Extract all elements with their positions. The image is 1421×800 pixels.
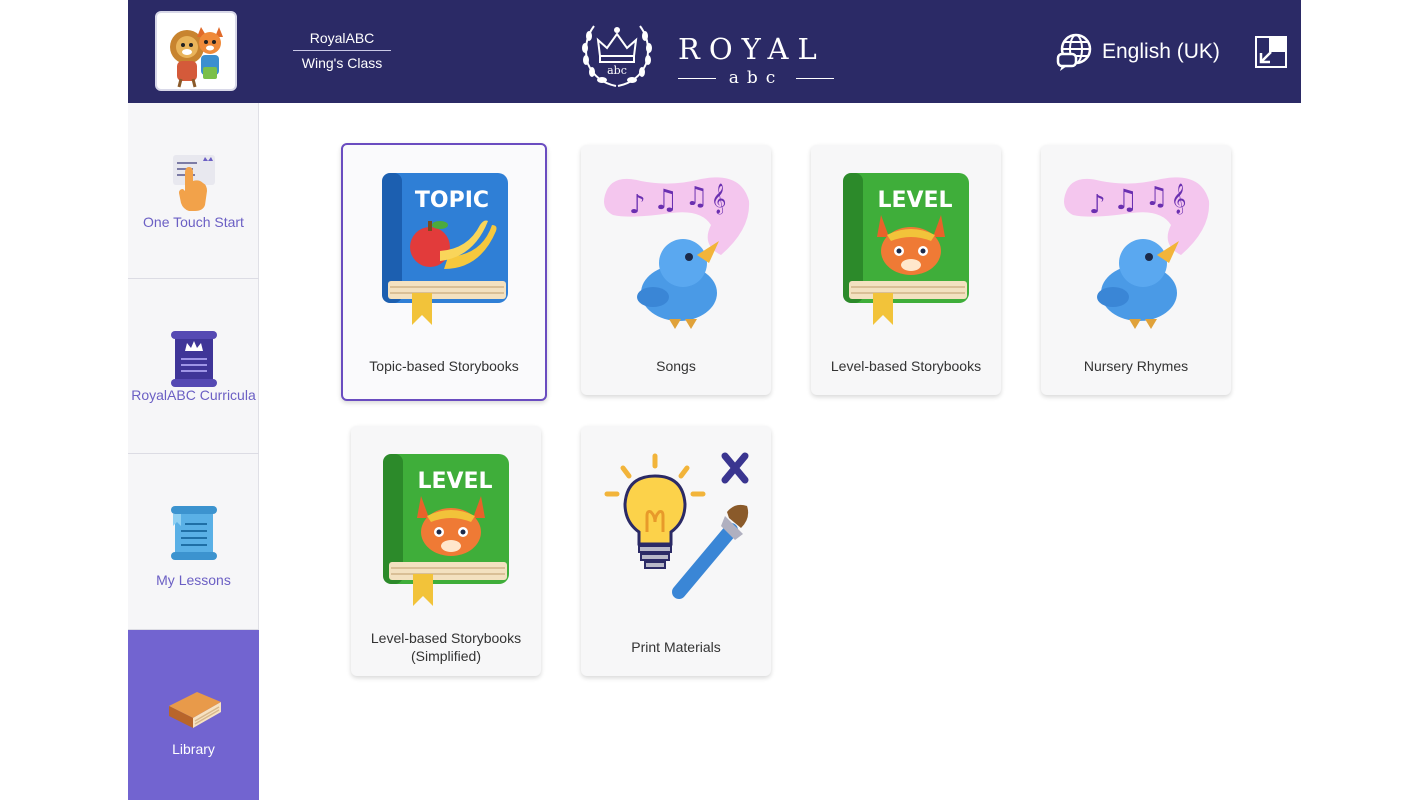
sidebar-item-one-touch-start[interactable]: One Touch Start [128, 103, 259, 279]
svg-text:𝄞: 𝄞 [711, 183, 726, 215]
svg-text:abc: abc [607, 64, 627, 77]
singing-bird-icon: ♪ ♫ ♫ 𝄞 [604, 177, 750, 329]
exit-fullscreen-button[interactable] [1255, 36, 1287, 68]
svg-text:♫: ♫ [685, 182, 708, 212]
avatar[interactable] [155, 11, 237, 91]
svg-text:♪: ♪ [1089, 190, 1106, 220]
svg-text:♫: ♫ [1145, 182, 1168, 212]
org-name: RoyalABC [293, 30, 391, 51]
card-title: Nursery Rhymes [1083, 358, 1189, 374]
card-title: Print Materials [631, 639, 721, 655]
language-label: English (UK) [1102, 40, 1220, 63]
sidebar-item-my-lessons[interactable]: My Lessons [128, 454, 259, 630]
app-window: RoyalABC Wing's Class abc ROYAL abc Engl… [128, 0, 1301, 800]
class-info: RoyalABC Wing's Class [293, 30, 391, 71]
library-card-print-materials[interactable]: Print Materials [581, 426, 771, 676]
sidebar-item-label: RoyalABC Curricula [131, 387, 256, 403]
sidebar-item-label: Library [172, 741, 215, 757]
library-card-songs[interactable]: ♪ ♫ ♫ 𝄞 Songs [581, 145, 771, 395]
sidebar: One Touch Start RoyalABC Curricula My Le… [128, 103, 259, 800]
scroll-crown-icon [171, 331, 217, 387]
logo-brand: ROYAL [678, 32, 826, 66]
crest-text: abc [607, 64, 627, 77]
library-card-nursery-rhymes[interactable]: ♪ ♫ ♫ 𝄞 Nursery Rhymes [1041, 145, 1231, 395]
library-grid: TOPIC Topic-based Storybooks ♪ ♫ ♫ 𝄞 Son… [259, 103, 1301, 800]
card-title: Level-based Storybooks [830, 358, 982, 374]
scroll-icon [171, 506, 217, 560]
svg-text:♪: ♪ [629, 190, 646, 220]
svg-text:LEVEL: LEVEL [877, 188, 952, 213]
class-name: Wing's Class [301, 55, 383, 71]
logo-sub: abc [678, 68, 834, 88]
sidebar-item-library[interactable]: Library [128, 630, 259, 800]
top-bar: RoyalABC Wing's Class abc ROYAL abc Engl… [128, 0, 1301, 103]
library-card-topic-storybooks[interactable]: TOPIC Topic-based Storybooks [341, 143, 547, 401]
logo-sub-text: abc [728, 68, 784, 88]
sidebar-item-royalabc-curricula[interactable]: RoyalABC Curricula [128, 279, 259, 454]
hand-touch-icon [173, 155, 215, 211]
svg-text:TOPIC: TOPIC [415, 188, 489, 213]
avatar-characters-icon [170, 27, 223, 88]
level-book-icon: LEVEL [843, 173, 969, 325]
library-card-level-storybooks-simplified[interactable]: LEVEL Level-based Storybooks (Simplified… [351, 426, 541, 676]
topic-book-icon: TOPIC [382, 173, 508, 325]
singing-bird-icon: ♪ ♫ ♫ 𝄞 [1064, 177, 1210, 329]
sidebar-item-label: One Touch Start [143, 214, 244, 230]
globe-chat-icon [1056, 33, 1092, 71]
card-title: Level-based Storybooks (Simplified) [370, 630, 522, 664]
svg-text:LEVEL: LEVEL [417, 469, 492, 494]
lightbulb-paintbrush-icon [604, 452, 749, 599]
card-title: Topic-based Storybooks [369, 358, 519, 374]
card-title: Songs [656, 358, 696, 374]
book-icon [169, 692, 221, 728]
exit-fullscreen-icon [1259, 38, 1285, 64]
svg-text:♫: ♫ [653, 183, 678, 216]
level-book-icon: LEVEL [383, 454, 509, 606]
svg-text:𝄞: 𝄞 [1171, 183, 1186, 215]
library-card-level-storybooks[interactable]: LEVEL Level-based Storybooks [811, 145, 1001, 395]
language-selector[interactable]: English (UK) [1056, 32, 1220, 72]
svg-text:♫: ♫ [1113, 183, 1138, 216]
sidebar-item-label: My Lessons [156, 572, 231, 588]
royal-abc-logo: abc ROYAL abc [576, 12, 846, 92]
